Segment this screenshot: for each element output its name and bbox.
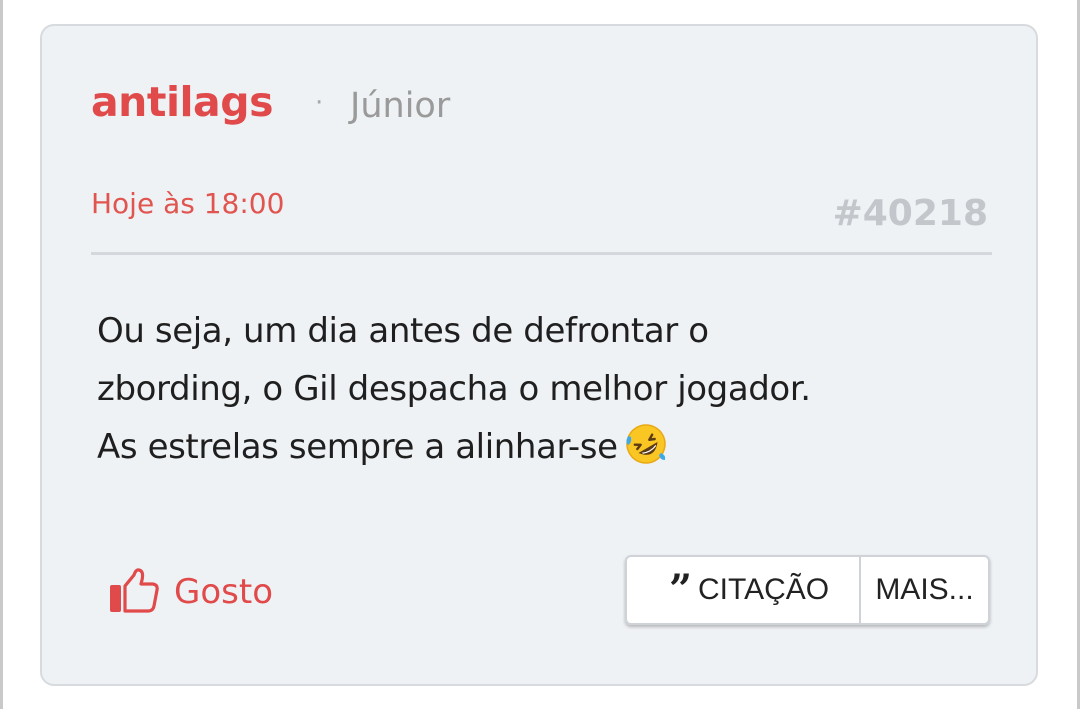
post-timestamp[interactable]: Hoje às 18:00	[91, 187, 284, 220]
author-rank: Júnior	[350, 86, 451, 126]
post-author[interactable]: antilags	[91, 78, 273, 126]
post-body: Ou seja, um dia antes de defrontar o zbo…	[97, 302, 957, 476]
post-body-line: zbording, o Gil despacha o melhor jogado…	[97, 369, 811, 409]
quote-label: CITAÇÃO	[698, 573, 830, 606]
more-label: MAIS...	[875, 573, 974, 606]
like-label: Gosto	[174, 572, 273, 612]
thumbs-up-icon	[108, 566, 160, 618]
quote-icon: ”	[669, 566, 693, 613]
quote-button[interactable]: ” CITAÇÃO	[625, 555, 861, 625]
rolling-laughing-emoji-icon	[624, 422, 668, 466]
post-card: antilags · Júnior Hoje às 18:00 #40218 O…	[40, 24, 1038, 686]
post-body-line: Ou seja, um dia antes de defrontar o	[97, 311, 709, 351]
post-action-buttons: ” CITAÇÃO MAIS...	[625, 555, 990, 625]
more-button[interactable]: MAIS...	[861, 555, 990, 625]
post-body-line-text: As estrelas sempre a alinhar-se	[97, 427, 618, 467]
post-body-line: As estrelas sempre a alinhar-se	[97, 418, 957, 476]
author-rank-separator: ·	[315, 88, 324, 118]
post-number[interactable]: #40218	[833, 193, 988, 234]
like-button[interactable]: Gosto	[108, 564, 273, 620]
header-divider	[91, 252, 992, 255]
window-left-edge	[0, 0, 3, 709]
